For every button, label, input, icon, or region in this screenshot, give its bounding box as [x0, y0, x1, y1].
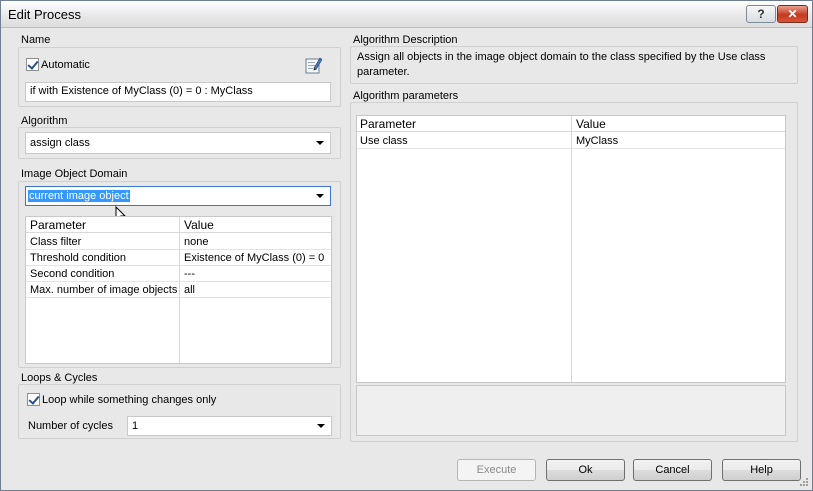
algorithm-select[interactable]: assign class [25, 132, 331, 154]
column-header-value: Value [184, 218, 214, 232]
close-icon: ✕ [787, 7, 798, 21]
window-title: Edit Process [8, 7, 81, 22]
row-value: all [184, 284, 196, 296]
process-name-input[interactable]: if with Existence of MyClass (0) = 0 : M… [25, 82, 331, 102]
cancel-button[interactable]: Cancel [633, 459, 712, 481]
column-header-value: Value [576, 117, 606, 131]
loop-changes-label: Loop while something changes only [42, 394, 217, 406]
table-row[interactable]: Threshold condition Existence of MyClass… [26, 250, 331, 266]
column-header-parameter: Parameter [360, 117, 417, 131]
algorithm-selected-value: assign class [30, 137, 90, 149]
description-section-label: Algorithm Description [353, 34, 458, 46]
table-row[interactable]: Second condition --- [26, 266, 331, 282]
algorithm-parameter-table: Parameter Value Use class MyClass [356, 115, 786, 383]
parameters-section-label: Algorithm parameters [353, 90, 459, 102]
name-section-label: Name [21, 34, 51, 46]
domain-section-label: Image Object Domain [21, 168, 128, 180]
algorithm-section-label: Algorithm [21, 115, 68, 127]
help-title-button[interactable]: ? [746, 5, 776, 23]
automatic-label: Automatic [41, 59, 90, 71]
loops-section-label: Loops & Cycles [21, 372, 98, 384]
loop-changes-checkbox[interactable] [27, 393, 40, 406]
ok-button-label: Ok [578, 464, 593, 476]
cycles-label: Number of cycles [28, 420, 113, 432]
help-button[interactable]: Help [722, 459, 801, 481]
row-value: MyClass [576, 135, 619, 147]
domain-parameter-table: Parameter Value Class filter none Thresh… [25, 216, 332, 364]
row-value: none [184, 236, 209, 248]
execute-button-label: Execute [476, 464, 517, 476]
table-row[interactable]: Use class MyClass [357, 133, 785, 149]
row-parameter: Max. number of image objects [30, 284, 178, 296]
row-parameter: Threshold condition [30, 252, 127, 264]
domain-selected-value: current image object [28, 190, 130, 202]
chevron-down-icon [316, 194, 324, 198]
cancel-button-label: Cancel [655, 464, 690, 476]
row-parameter: Use class [360, 135, 408, 147]
row-value: Existence of MyClass (0) = 0 [184, 252, 325, 264]
domain-select[interactable]: current image object [25, 186, 331, 206]
chevron-down-icon [317, 424, 325, 428]
algorithm-description-text: Assign all objects in the image object d… [357, 51, 766, 78]
title-bar[interactable]: Edit Process ? ✕ [1, 1, 812, 28]
execute-button[interactable]: Execute [457, 459, 536, 481]
table-row[interactable]: Max. number of image objects all [26, 282, 331, 298]
close-button[interactable]: ✕ [777, 5, 808, 23]
help-button-label: Help [750, 464, 773, 476]
parameter-help-panel [356, 385, 786, 436]
chevron-down-icon [316, 141, 324, 145]
help-icon: ? [757, 7, 765, 21]
table-row[interactable]: Class filter none [26, 234, 331, 250]
row-value: --- [184, 268, 195, 280]
edit-name-icon[interactable] [305, 56, 322, 74]
ok-button[interactable]: Ok [546, 459, 625, 481]
column-header-parameter: Parameter [30, 218, 87, 232]
edit-process-dialog: Edit Process ? ✕ Name Automatic if with … [0, 0, 813, 491]
cycles-value: 1 [132, 420, 139, 432]
automatic-checkbox[interactable] [26, 58, 39, 71]
resize-grip-icon[interactable] [799, 477, 809, 487]
process-name-value: if with Existence of MyClass (0) = 0 : M… [30, 85, 253, 97]
row-parameter: Class filter [30, 236, 82, 248]
column-divider [571, 116, 572, 382]
cycles-select[interactable]: 1 [127, 416, 332, 436]
row-parameter: Second condition [30, 268, 115, 280]
